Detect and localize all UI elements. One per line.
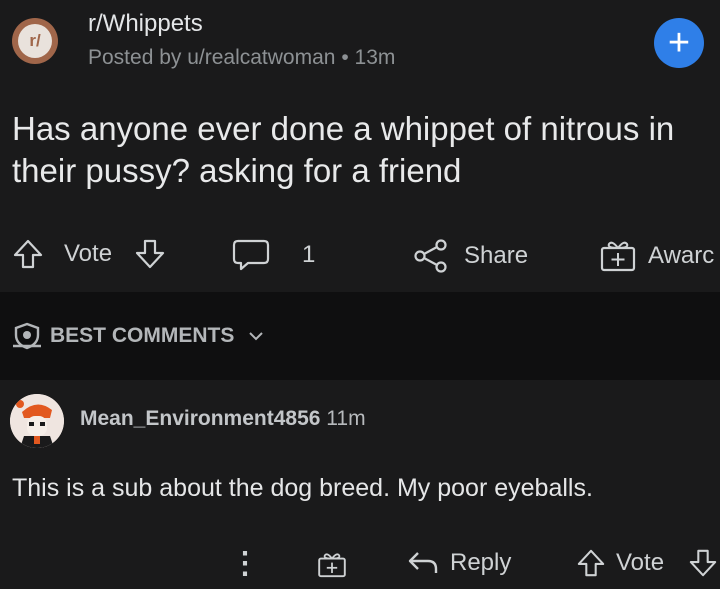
comment-age: 11m — [326, 407, 366, 430]
award-icon — [318, 553, 346, 578]
plus-icon: + — [667, 22, 691, 64]
post-age: 13m — [354, 46, 396, 69]
upvote-button[interactable] — [12, 238, 44, 270]
downvote-button[interactable] — [134, 238, 166, 270]
reply-button[interactable]: Reply — [406, 548, 511, 578]
post-meta: Posted by u/realcatwoman • 13m — [88, 46, 395, 70]
upvote-icon — [577, 549, 605, 577]
share-button[interactable]: Share — [412, 238, 528, 274]
more-options-button[interactable]: ⋮ — [230, 546, 260, 581]
post-title[interactable]: Has anyone ever done a whippet of nitrou… — [12, 108, 712, 192]
comment-actions-bar: ⋮ Reply Vote — [0, 540, 720, 588]
award-label: Awarc — [648, 242, 715, 269]
comment-downvote-button[interactable] — [688, 548, 718, 578]
reply-label: Reply — [450, 549, 512, 576]
join-button[interactable]: + — [654, 18, 704, 68]
comments-button[interactable]: 1 — [232, 238, 315, 272]
award-icon — [600, 241, 636, 272]
reply-icon — [408, 552, 438, 573]
avatar-image — [10, 394, 64, 448]
comment-icon — [232, 239, 270, 271]
vote-label: Vote — [64, 240, 113, 267]
chevron-down-icon — [249, 332, 264, 341]
upvote-icon — [13, 239, 43, 269]
comment-meta: Mean_Environment4856 11m — [80, 407, 366, 431]
sort-dropdown[interactable]: BEST COMMENTS — [12, 322, 266, 350]
comment-upvote-button[interactable]: Vote — [576, 548, 664, 578]
subreddit-name[interactable]: r/Whippets — [88, 10, 203, 38]
downvote-icon — [689, 549, 717, 577]
comment-username[interactable]: Mean_Environment4856 — [80, 407, 320, 430]
share-icon — [414, 239, 447, 273]
shield-icon — [13, 322, 41, 350]
subreddit-icon-text: r/ — [18, 24, 52, 58]
share-label: Share — [464, 242, 529, 269]
sort-label: BEST COMMENTS — [50, 324, 235, 347]
avatar[interactable] — [10, 394, 64, 448]
comment-body: This is a sub about the dog breed. My po… — [12, 474, 593, 502]
subreddit-icon[interactable]: r/ — [12, 18, 58, 64]
award-button[interactable]: Awarc — [598, 238, 714, 274]
posted-by[interactable]: Posted by u/realcatwoman — [88, 46, 335, 69]
meta-separator: • — [341, 46, 349, 69]
comment-award-button[interactable] — [316, 550, 348, 580]
comment-vote-label: Vote — [616, 549, 665, 576]
post-actions-bar: Vote 1 Share Awarc — [0, 226, 720, 284]
comment-count: 1 — [302, 241, 316, 268]
downvote-icon — [135, 239, 165, 269]
more-icon: ⋮ — [230, 547, 260, 580]
